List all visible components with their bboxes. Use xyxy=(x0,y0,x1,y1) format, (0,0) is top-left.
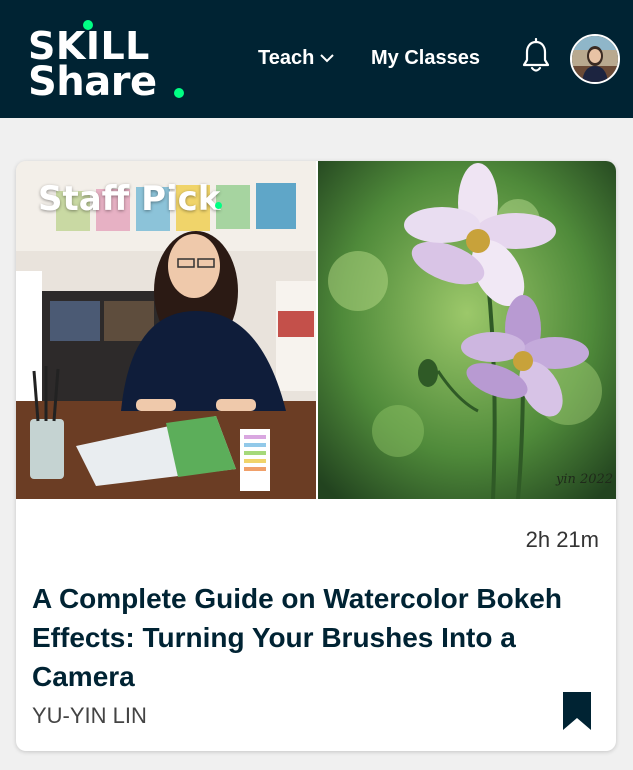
staff-pick-label: Staff Pick xyxy=(38,179,221,219)
staff-pick-badge: Staff Pick xyxy=(38,179,223,219)
logo-text-share: Share xyxy=(28,59,157,105)
class-thumbnail: Staff Pick yin 2022 xyxy=(16,161,616,499)
class-title[interactable]: A Complete Guide on Watercolor Bokeh Eff… xyxy=(32,579,572,696)
top-navigation-bar: SKILL Share Teach My Classes xyxy=(0,0,633,118)
logo-dot-bottom xyxy=(174,88,184,98)
bookmark-icon[interactable] xyxy=(562,691,592,731)
teach-menu-button[interactable]: Teach xyxy=(258,44,335,72)
artist-signature: yin 2022 xyxy=(555,472,613,487)
my-classes-link[interactable]: My Classes xyxy=(371,44,480,72)
class-card[interactable]: Staff Pick yin 2022 2h 21m A Complete Gu… xyxy=(16,161,616,751)
class-author[interactable]: YU-YIN LIN xyxy=(32,703,147,729)
avatar-image xyxy=(572,36,618,82)
class-duration: 2h 21m xyxy=(525,527,599,552)
skillshare-logo[interactable]: SKILL Share xyxy=(28,20,188,102)
bell-icon[interactable] xyxy=(520,38,552,74)
teach-label: Teach xyxy=(258,47,315,69)
logo-dot-top xyxy=(83,20,93,30)
user-avatar[interactable] xyxy=(570,34,620,84)
chevron-down-icon xyxy=(320,54,335,63)
thumbnail-watercolor-flowers: yin 2022 xyxy=(318,161,616,499)
thumbnail-instructor-photo: Staff Pick xyxy=(16,161,316,499)
